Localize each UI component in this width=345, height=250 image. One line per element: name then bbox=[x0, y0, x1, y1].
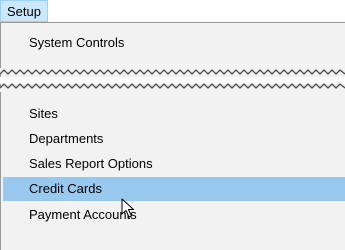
menu-item-label: Sites bbox=[29, 106, 58, 121]
menu-item-credit-cards[interactable]: Credit Cards bbox=[3, 177, 345, 201]
menu-setup-label: Setup bbox=[7, 4, 41, 19]
arrow-cursor-icon bbox=[121, 198, 134, 218]
menu-item-system-controls[interactable]: System Controls bbox=[3, 31, 345, 55]
menu-item-label: Sales Report Options bbox=[29, 156, 153, 171]
menu-item-label: Credit Cards bbox=[29, 181, 102, 196]
menu-item-payment-accounts[interactable]: Payment Accounts bbox=[3, 203, 345, 227]
menu-dropdown-bottom: Sites Departments Sales Report Options C… bbox=[0, 84, 345, 250]
menu-item-label: Departments bbox=[29, 131, 104, 146]
menu-item-sites[interactable]: Sites bbox=[3, 102, 345, 126]
torn-edge-top bbox=[0, 83, 345, 92]
menu-setup[interactable]: Setup bbox=[0, 0, 48, 22]
torn-edge-bottom bbox=[0, 68, 345, 75]
menu-item-departments[interactable]: Departments bbox=[3, 127, 345, 151]
menu-item-label: System Controls bbox=[29, 35, 125, 50]
menu-item-sales-report-options[interactable]: Sales Report Options bbox=[3, 152, 345, 176]
